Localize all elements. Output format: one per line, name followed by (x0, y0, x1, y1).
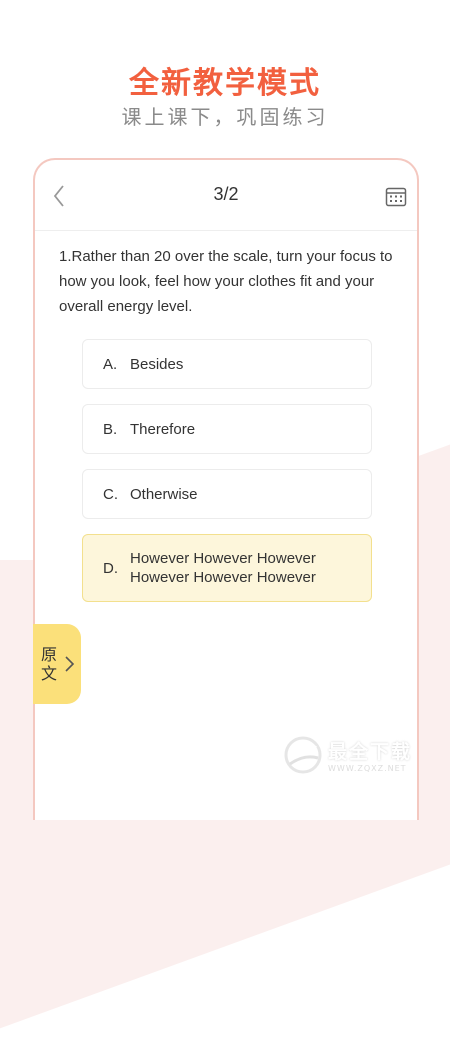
watermark-main-text: 最全下载 (328, 741, 413, 763)
option-b[interactable]: B. Therefore (82, 404, 372, 454)
option-text: Therefore (130, 420, 196, 438)
promo-title: 全新教学模式 (129, 66, 321, 101)
option-text: Besides (130, 355, 184, 373)
option-text: However However However However However … (130, 550, 316, 586)
question-text: 1.Rather than 20 over the scale, turn yo… (59, 248, 393, 315)
option-c[interactable]: C. Otherwise (82, 469, 372, 519)
option-text: Otherwise (130, 485, 198, 503)
promo-subtitle: 课上课下，巩固练习 (121, 105, 329, 129)
option-letter: B. (103, 420, 118, 438)
chevron-right-icon (63, 654, 75, 674)
phone-frame: 3/2 1.Rather than 20 over the scale, tur… (33, 158, 419, 820)
watermark-sub-text: WWW.ZQXZ.NET (328, 764, 407, 773)
watermark-logo-icon (282, 734, 324, 776)
option-a[interactable]: A. Besides (82, 339, 372, 389)
watermark: 最全下载 WWW.ZQXZ.NET (282, 734, 412, 776)
option-letter: A. (103, 355, 118, 373)
original-text-tab[interactable]: 原文 (33, 624, 81, 704)
option-letter: C. (103, 485, 118, 503)
answer-sheet-grid-icon[interactable] (385, 186, 407, 208)
original-text-label: 原文 (41, 645, 58, 683)
page-indicator: 3/2 (213, 184, 239, 204)
option-d[interactable]: D. However However However However Howev… (82, 534, 372, 602)
top-bar: 3/2 (35, 160, 417, 231)
option-letter: D. (103, 559, 118, 577)
